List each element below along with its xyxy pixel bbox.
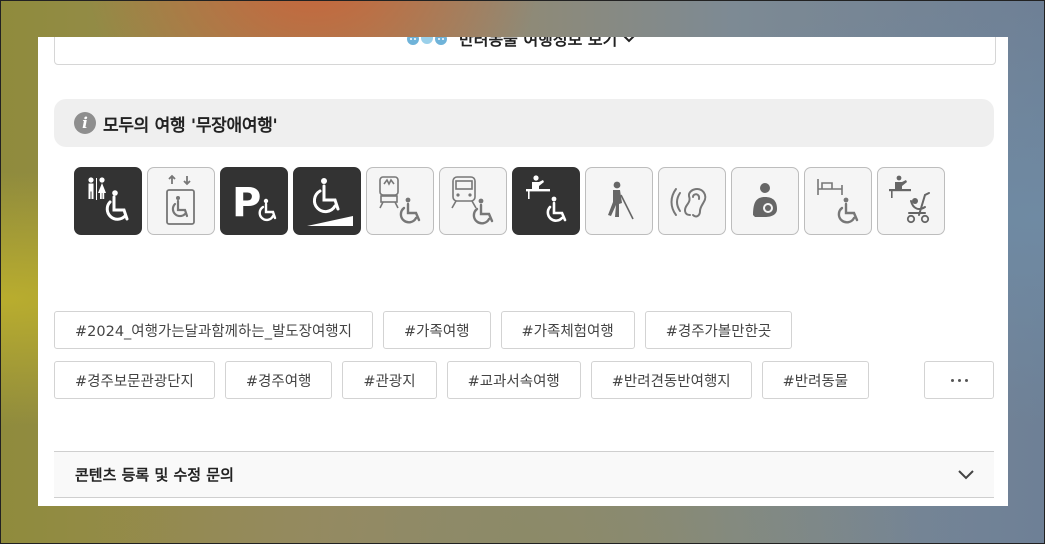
train-access-icon[interactable] (439, 167, 507, 235)
more-dots-icon (964, 378, 968, 382)
hearing-impairment-icon[interactable] (658, 167, 726, 235)
chevron-down-icon (958, 465, 974, 484)
chevron-down-icon (623, 37, 635, 48)
wheelchair-ramp-icon[interactable] (293, 167, 361, 235)
tag-link[interactable]: #경주가볼만한곳 (644, 311, 793, 349)
tag-link[interactable]: #경주보문관광단지 (54, 361, 215, 399)
pet-info-label-wrap: 반려동물 여행정보 보기 (405, 37, 635, 50)
accessibility-icon-row: P (74, 167, 945, 235)
tag-link[interactable]: #2024_여행가는달과함께하는_발도장여행지 (54, 311, 373, 349)
pet-info-label: 반려동물 여행정보 보기 (459, 37, 618, 49)
tag-link[interactable]: #반려견동반여행지 (590, 361, 752, 399)
content-inquiry-toggle[interactable]: 콘텐츠 등록 및 수정 문의 (54, 451, 994, 498)
accessible-parking-icon[interactable]: P (220, 167, 288, 235)
tag-link[interactable]: #가족체험여행 (500, 311, 635, 349)
accessible-travel-title: 모두의 여행 '무장애여행' (103, 115, 278, 136)
content-panel: 반려동물 여행정보 보기 i 모두의 여행 '무장애여행' P #2024_여행… (38, 37, 1008, 506)
accessible-restroom-icon[interactable] (74, 167, 142, 235)
pet-icon (405, 37, 453, 47)
stroller-rental-icon[interactable] (877, 167, 945, 235)
content-inquiry-label: 콘텐츠 등록 및 수정 문의 (75, 466, 234, 484)
tag-list-row-2: #경주보문관광단지 #경주여행 #관광지 #교과서속여행 #반려견동반여행지 #… (54, 361, 870, 399)
accessible-travel-header: i 모두의 여행 '무장애여행' (54, 99, 994, 147)
tag-link[interactable]: #교과서속여행 (446, 361, 581, 399)
tag-link[interactable]: #반려동물 (761, 361, 870, 399)
visual-impairment-icon[interactable] (585, 167, 653, 235)
nursing-room-icon[interactable] (731, 167, 799, 235)
tag-link[interactable]: #관광지 (342, 361, 437, 399)
more-dots-icon (950, 378, 954, 382)
tag-list-row-1: #2024_여행가는달과함께하는_발도장여행지 #가족여행 #가족체험여행 #경… (54, 311, 793, 349)
svg-text:P: P (232, 180, 261, 226)
pet-info-toggle[interactable]: 반려동물 여행정보 보기 (54, 37, 996, 65)
tag-link[interactable]: #가족여행 (383, 311, 491, 349)
tag-link[interactable]: #경주여행 (224, 361, 333, 399)
accessible-accommodation-icon[interactable] (804, 167, 872, 235)
accessible-information-desk-icon[interactable] (512, 167, 580, 235)
more-dots-icon (957, 378, 961, 382)
subway-access-icon[interactable] (366, 167, 434, 235)
accessible-elevator-icon[interactable] (147, 167, 215, 235)
more-tags-button[interactable] (924, 361, 994, 399)
info-icon: i (74, 112, 96, 134)
